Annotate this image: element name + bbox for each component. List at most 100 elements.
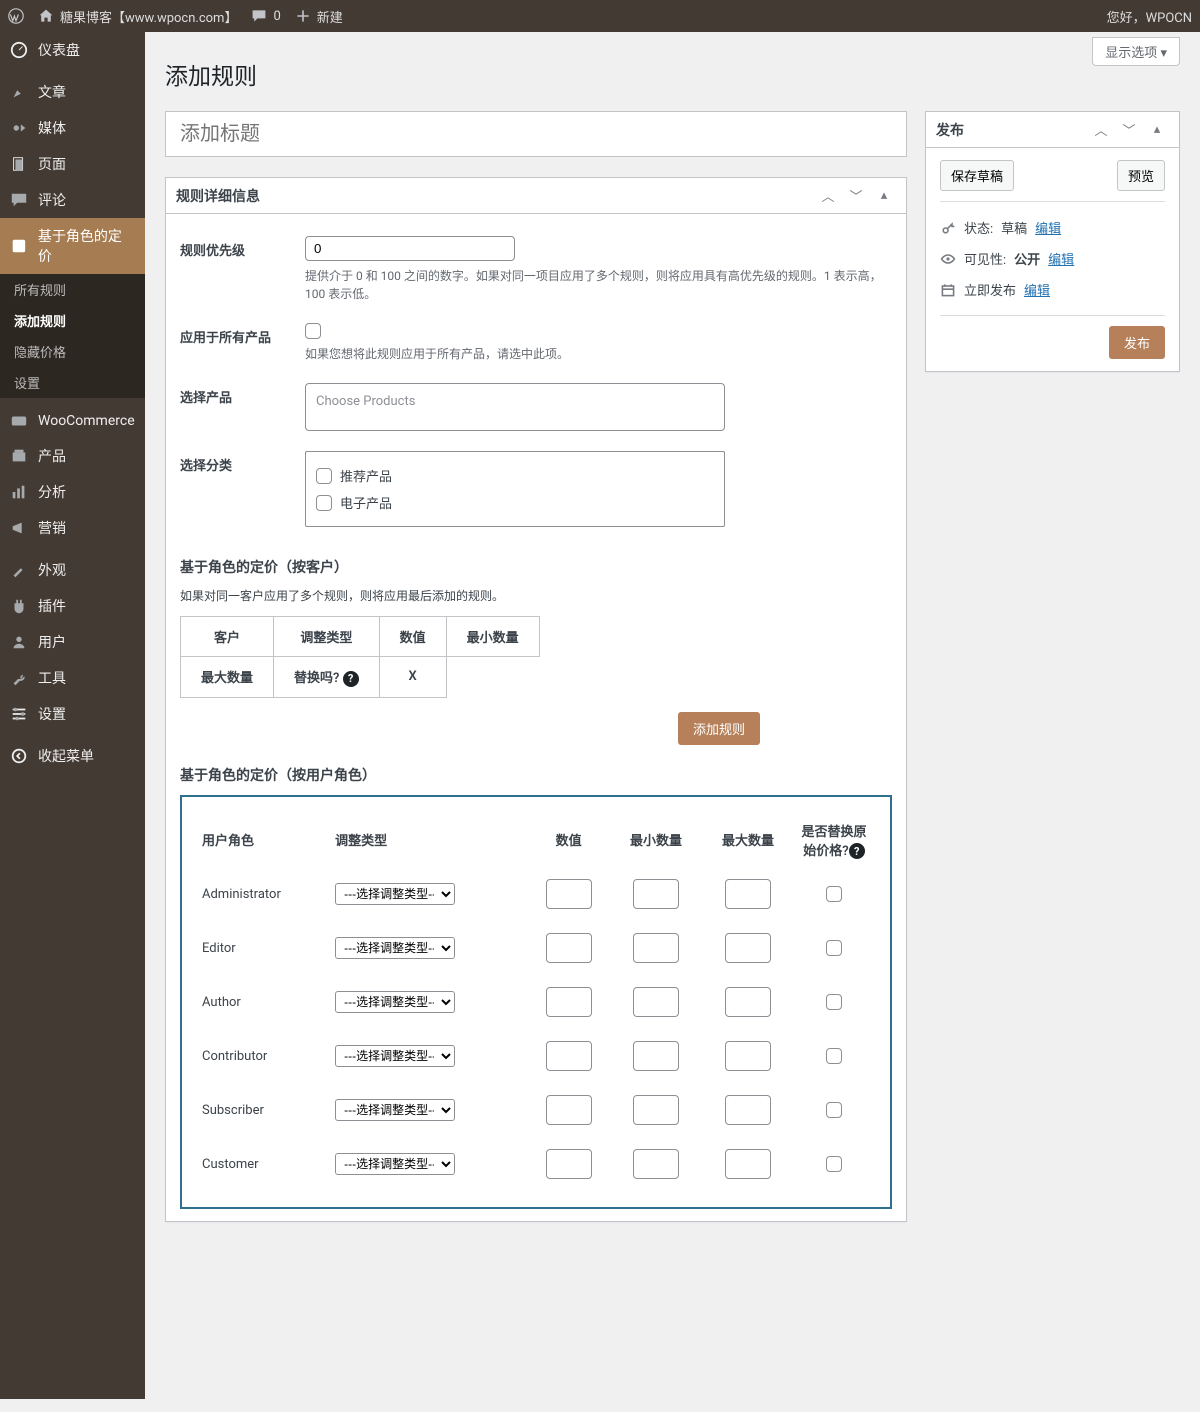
value-input[interactable] xyxy=(546,1149,592,1179)
preview-button[interactable]: 预览 xyxy=(1117,160,1165,191)
order-down-icon[interactable]: ﹀ xyxy=(844,184,868,208)
adjust-type-select[interactable]: ---选择调整类型--- xyxy=(335,937,455,959)
minqty-input[interactable] xyxy=(633,879,679,909)
col-r-value: 数值 xyxy=(527,813,610,868)
cat-electronics-label: 电子产品 xyxy=(340,493,392,512)
help-icon[interactable]: ? xyxy=(849,843,865,859)
priority-desc: 提供介于 0 和 100 之间的数字。如果对同一项目应用了多个规则，则将应用具有… xyxy=(305,267,892,303)
role-row: Administrator---选择调整类型--- xyxy=(198,867,874,921)
by-role-heading: 基于角色的定价（按用户角色） xyxy=(180,765,892,785)
menu-plugins[interactable]: 插件 xyxy=(0,588,145,624)
replace-checkbox[interactable] xyxy=(826,1156,842,1172)
role-row: Editor---选择调整类型--- xyxy=(198,921,874,975)
status-value: 草稿 xyxy=(1001,218,1027,237)
replace-checkbox[interactable] xyxy=(826,1102,842,1118)
col-r-adjtype: 调整类型 xyxy=(331,813,527,868)
menu-analytics[interactable]: 分析 xyxy=(0,474,145,510)
role-name: Administrator xyxy=(198,867,331,921)
adjust-type-select[interactable]: ---选择调整类型--- xyxy=(335,883,455,905)
maxqty-input[interactable] xyxy=(725,933,771,963)
minqty-input[interactable] xyxy=(633,1095,679,1125)
col-maxqty: 最大数量 xyxy=(181,657,274,698)
adjust-type-select[interactable]: ---选择调整类型--- xyxy=(335,991,455,1013)
maxqty-input[interactable] xyxy=(725,879,771,909)
menu-woocommerce[interactable]: WooCommerce xyxy=(0,404,145,438)
comments-count[interactable]: 0 xyxy=(251,8,280,24)
value-input[interactable] xyxy=(546,879,592,909)
replace-checkbox[interactable] xyxy=(826,1048,842,1064)
sub-hide-price[interactable]: 隐藏价格 xyxy=(0,336,145,367)
order-down-icon[interactable]: ﹀ xyxy=(1117,118,1141,142)
allprod-checkbox[interactable] xyxy=(305,323,321,339)
cat-featured-checkbox[interactable] xyxy=(316,468,332,484)
menu-pages[interactable]: 页面 xyxy=(0,146,145,182)
menu-posts[interactable]: 文章 xyxy=(0,74,145,110)
value-input[interactable] xyxy=(546,1041,592,1071)
menu-appearance[interactable]: 外观 xyxy=(0,552,145,588)
edit-schedule-link[interactable]: 编辑 xyxy=(1024,280,1050,299)
plus-icon xyxy=(295,8,311,24)
help-icon[interactable]: ? xyxy=(343,671,359,687)
role-row: Contributor---选择调整类型--- xyxy=(198,1029,874,1083)
site-home[interactable]: 糖果博客【www.wpocn.com】 xyxy=(38,7,237,26)
menu-marketing[interactable]: 营销 xyxy=(0,510,145,546)
order-up-icon[interactable]: ︿ xyxy=(816,184,840,208)
maxqty-input[interactable] xyxy=(725,1041,771,1071)
by-customer-heading: 基于角色的定价（按客户） xyxy=(180,557,892,577)
maxqty-input[interactable] xyxy=(725,1095,771,1125)
menu-products[interactable]: 产品 xyxy=(0,438,145,474)
user-greeting[interactable]: 您好，WPOCN xyxy=(1107,7,1192,26)
choose-products-select[interactable]: Choose Products xyxy=(305,383,725,431)
order-up-icon[interactable]: ︿ xyxy=(1089,118,1113,142)
edit-visibility-link[interactable]: 编辑 xyxy=(1048,249,1074,268)
sub-settings[interactable]: 设置 xyxy=(0,367,145,398)
menu-settings[interactable]: 设置 xyxy=(0,696,145,732)
products-icon xyxy=(10,447,28,465)
menu-tools[interactable]: 工具 xyxy=(0,660,145,696)
publish-button[interactable]: 发布 xyxy=(1109,326,1165,359)
toggle-box-icon[interactable]: ▴ xyxy=(872,184,896,208)
minqty-input[interactable] xyxy=(633,933,679,963)
role-rules-table: 用户角色 调整类型 数值 最小数量 最大数量 是否替换原始价格?? Admini… xyxy=(198,813,874,1192)
new-content[interactable]: 新建 xyxy=(295,7,343,26)
toggle-box-icon[interactable]: ▴ xyxy=(1145,118,1169,142)
replace-checkbox[interactable] xyxy=(826,994,842,1010)
menu-users[interactable]: 用户 xyxy=(0,624,145,660)
adjust-type-select[interactable]: ---选择调整类型--- xyxy=(335,1153,455,1175)
col-replace: 替换吗? ? xyxy=(274,657,380,698)
menu-comments[interactable]: 评论 xyxy=(0,182,145,218)
screen-options-toggle[interactable]: 显示选项 ▾ xyxy=(1092,37,1180,66)
priority-input[interactable] xyxy=(305,236,515,261)
value-input[interactable] xyxy=(546,1095,592,1125)
role-name: Editor xyxy=(198,921,331,975)
adjust-type-select[interactable]: ---选择调整类型--- xyxy=(335,1045,455,1067)
edit-status-link[interactable]: 编辑 xyxy=(1035,218,1061,237)
menu-role-pricing[interactable]: 基于角色的定价 xyxy=(0,218,145,274)
minqty-input[interactable] xyxy=(633,1041,679,1071)
col-minqty: 最小数量 xyxy=(446,617,539,657)
maxqty-input[interactable] xyxy=(725,1149,771,1179)
sub-add-rule[interactable]: 添加规则 xyxy=(0,305,145,336)
menu-media[interactable]: 媒体 xyxy=(0,110,145,146)
menu-dashboard[interactable]: 仪表盘 xyxy=(0,32,145,68)
add-customer-rule-button[interactable]: 添加规则 xyxy=(678,712,760,745)
col-role: 用户角色 xyxy=(198,813,331,868)
save-draft-button[interactable]: 保存草稿 xyxy=(940,160,1014,191)
replace-checkbox[interactable] xyxy=(826,886,842,902)
minqty-input[interactable] xyxy=(633,1149,679,1179)
menu-collapse[interactable]: 收起菜单 xyxy=(0,738,145,774)
value-input[interactable] xyxy=(546,933,592,963)
value-input[interactable] xyxy=(546,987,592,1017)
cat-electronics-checkbox[interactable] xyxy=(316,495,332,511)
wp-logo[interactable] xyxy=(8,8,24,24)
adjust-type-select[interactable]: ---选择调整类型--- xyxy=(335,1099,455,1121)
minqty-input[interactable] xyxy=(633,987,679,1017)
publish-box-title: 发布 xyxy=(936,120,964,140)
rule-title-input[interactable] xyxy=(165,111,907,157)
sub-all-rules[interactable]: 所有规则 xyxy=(0,274,145,305)
priority-label: 规则优先级 xyxy=(180,236,295,303)
replace-checkbox[interactable] xyxy=(826,940,842,956)
allprod-label: 应用于所有产品 xyxy=(180,323,295,363)
col-r-minqty: 最小数量 xyxy=(610,813,702,868)
maxqty-input[interactable] xyxy=(725,987,771,1017)
